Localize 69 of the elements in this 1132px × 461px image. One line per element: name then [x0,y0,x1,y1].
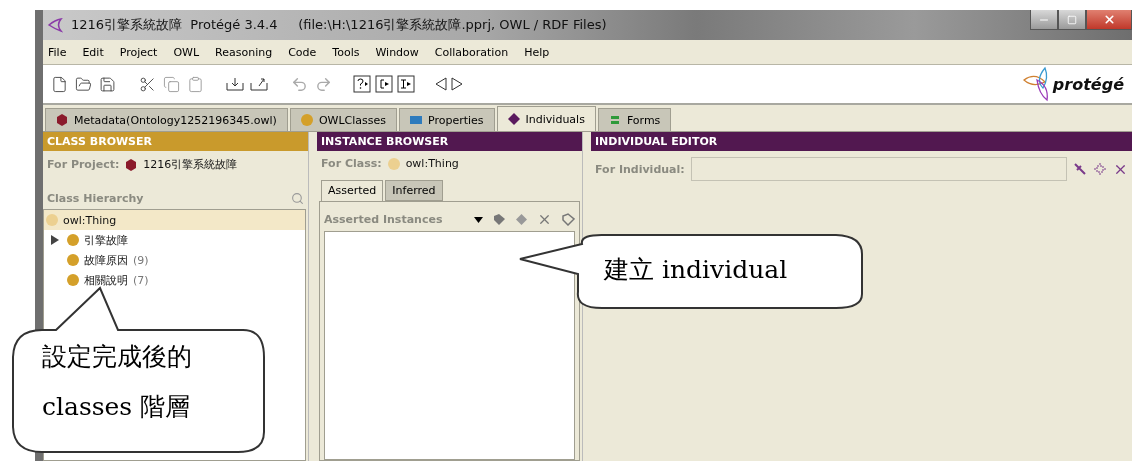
class-icon [46,214,58,226]
field-label: For Project: [47,158,120,171]
menu-item[interactable]: Help [524,45,550,59]
maximize-icon [1067,14,1077,25]
close-button[interactable] [1086,10,1132,30]
project-name: 1216引擎系統故障 [143,157,238,172]
protege-logo-icon [1022,66,1051,102]
save-icon[interactable] [97,74,117,94]
menu-item[interactable]: Edit [82,45,104,59]
menu-item[interactable]: OWL [173,45,200,59]
section-label: Asserted Instances [324,213,444,226]
panel-header: INDIVIDUAL EDITOR [591,132,1132,151]
field-label: For Class: [321,157,382,170]
section-label: Class Hierarchy [47,192,144,205]
class-icon [67,274,79,286]
menu-item[interactable]: Code [288,45,317,59]
class-label: 相關說明 [84,272,128,288]
class-icon [67,254,79,266]
square-icon [410,114,422,126]
logo-text: protégé [1052,74,1124,94]
class-label: 故障原因 [84,252,128,268]
menu-item[interactable]: Project [119,45,158,59]
close-icon [1102,13,1116,26]
circle-icon [300,114,313,126]
forward-icon[interactable] [451,77,463,91]
menu-item[interactable]: Tools [332,45,360,59]
tree-node[interactable]: owl:Thing [44,210,305,230]
instance-count: (7) [133,273,149,287]
pin-icon[interactable] [1073,162,1087,176]
back-icon[interactable] [435,77,447,91]
open-folder-icon[interactable] [73,74,93,94]
tab[interactable]: Forms [597,108,672,131]
hexagon-icon [125,158,138,171]
class-step-icon[interactable] [375,75,393,93]
class-label: 引擎故障 [84,232,128,248]
bars-icon [608,114,621,126]
tab[interactable]: Asserted [321,180,384,201]
tab[interactable]: OWLClasses [289,108,397,131]
instance-step-icon[interactable] [397,75,415,93]
class-label: owl:Thing [63,213,117,227]
app-logo-icon [47,17,63,33]
menu-item[interactable]: Collaboration [434,45,509,59]
menu-item[interactable]: File [48,45,67,59]
diamond-icon [507,113,520,125]
dropdown-icon[interactable] [474,216,483,223]
instance-count: (9) [133,253,149,267]
panel-header: INSTANCE BROWSER [317,132,582,151]
menu-item[interactable]: Window [375,45,419,59]
callout-text: 建立 individual [604,254,788,286]
tab[interactable]: Properties [399,108,495,131]
menu-item[interactable]: Reasoning [215,45,273,59]
window-title: 1216引擎系統故障 Protégé 3.4.4 (file:\H:\1216引擎系統故障.pprj, OWL / RDF Files) [71,16,607,34]
tab[interactable]: Metadata(Ontology1252196345.owl) [45,108,288,131]
tag-icon[interactable] [562,213,575,226]
class-icon [67,234,79,246]
field-label: For Individual: [595,162,685,176]
individual-field[interactable] [690,157,1067,181]
callout-text: 設定完成後的 classes 階層 [42,341,192,423]
tab[interactable]: Inferred [385,180,443,201]
query-icon[interactable] [353,75,371,93]
delete-icon[interactable] [537,212,552,227]
add-instance-icon[interactable] [493,213,506,226]
panel-header: CLASS BROWSER [43,132,308,151]
minimize-button[interactable] [1030,10,1058,30]
tab[interactable]: Individuals [496,106,596,131]
class-icon [387,157,400,170]
class-name: owl:Thing [405,157,459,170]
hexagon-icon [56,114,68,126]
maximize-button[interactable] [1058,10,1086,30]
